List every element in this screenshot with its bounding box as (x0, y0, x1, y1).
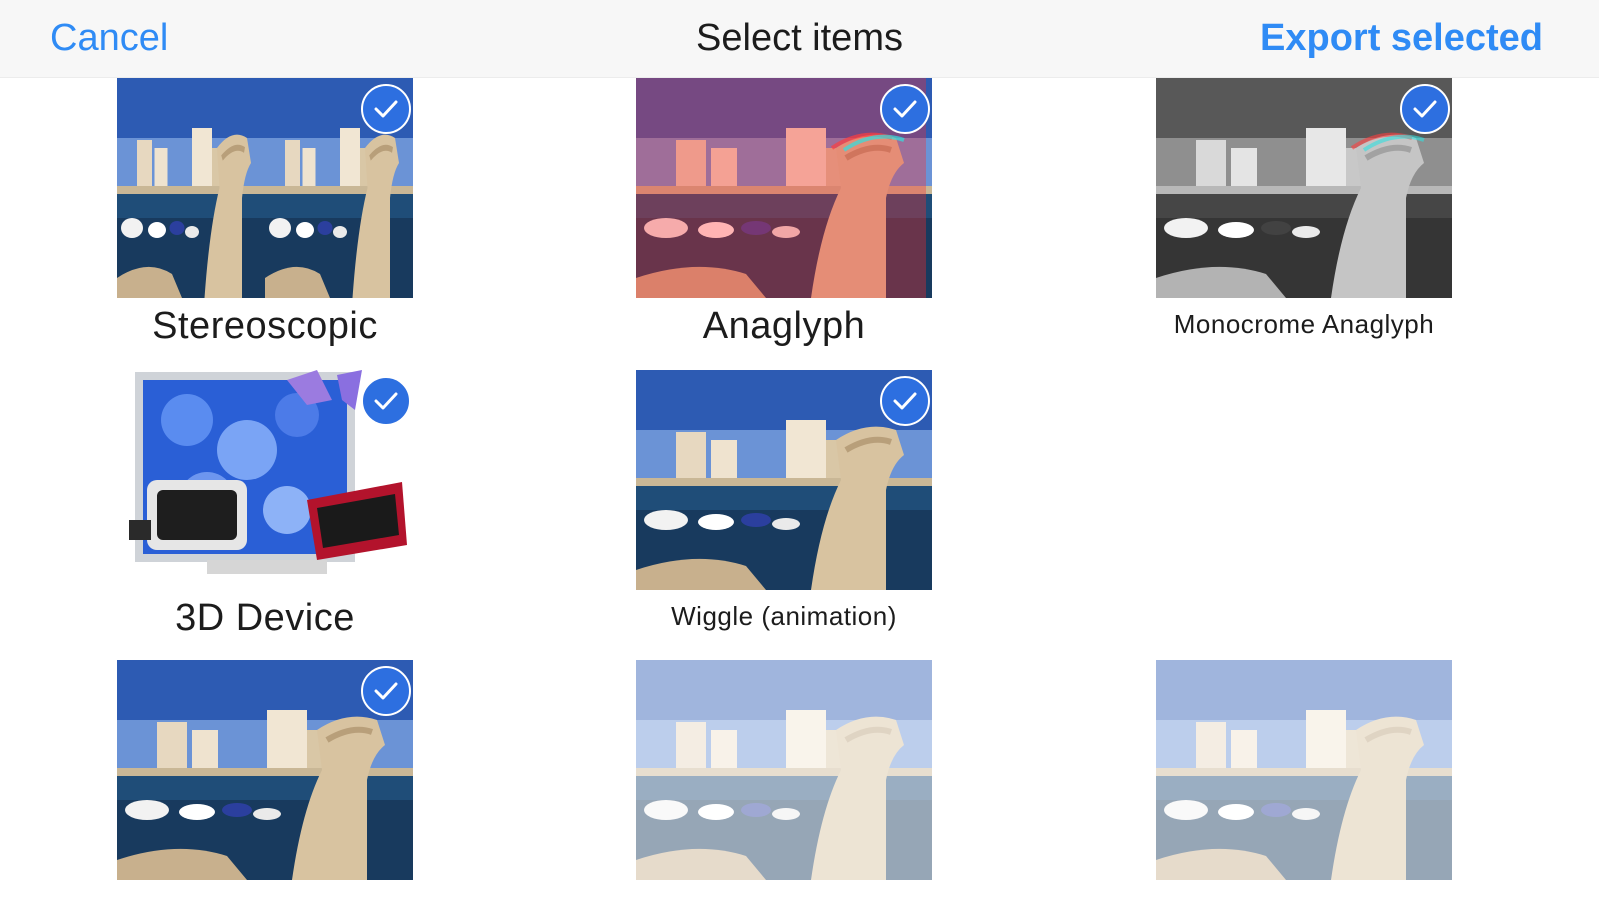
export-selected-button[interactable]: Export selected (1260, 14, 1543, 62)
item-label: Monocrome Anaglyph (1173, 309, 1435, 339)
navigation-bar: Cancel Select items Export selected (0, 0, 1599, 78)
grid-item-wiggle-animation[interactable]: Wiggle (animation) (636, 370, 932, 636)
thumbnail-stereoscopic[interactable] (117, 78, 413, 298)
checkmark-icon (1400, 84, 1450, 134)
item-label: Wiggle (animation) (671, 601, 897, 631)
grid-item-stereoscopic[interactable]: Stereoscopic (117, 78, 413, 348)
harbor-photo-faded-image (636, 660, 932, 880)
item-label: Anaglyph (702, 305, 866, 347)
grid-item-anaglyph[interactable]: Anaglyph (636, 78, 932, 348)
grid-item-row3-2[interactable] (636, 660, 932, 880)
thumbnail-harbor-unselected[interactable] (1156, 660, 1452, 880)
checkmark-icon (361, 84, 411, 134)
cancel-button[interactable]: Cancel (50, 14, 168, 62)
thumbnail-harbor[interactable] (117, 660, 413, 880)
thumbnail-anaglyph[interactable] (636, 78, 932, 298)
thumbnail-3d-device[interactable] (117, 370, 413, 590)
checkmark-icon (361, 376, 411, 426)
harbor-photo-faded-image (1156, 660, 1452, 880)
grid-item-row3-3[interactable] (1156, 660, 1452, 880)
thumbnail-wiggle-animation[interactable] (636, 370, 932, 590)
checkmark-icon (880, 376, 930, 426)
checkmark-icon (361, 666, 411, 716)
grid-item-monocrome-anaglyph[interactable]: Monocrome Anaglyph (1156, 78, 1452, 344)
checkmark-icon (880, 84, 930, 134)
grid-item-row3-1[interactable] (117, 660, 413, 880)
item-label: Stereoscopic (152, 305, 378, 347)
grid-item-3d-device[interactable]: 3D Device (117, 370, 413, 640)
item-label: 3D Device (175, 597, 355, 639)
thumbnail-monocrome-anaglyph[interactable] (1156, 78, 1452, 298)
thumbnail-harbor-unselected[interactable] (636, 660, 932, 880)
